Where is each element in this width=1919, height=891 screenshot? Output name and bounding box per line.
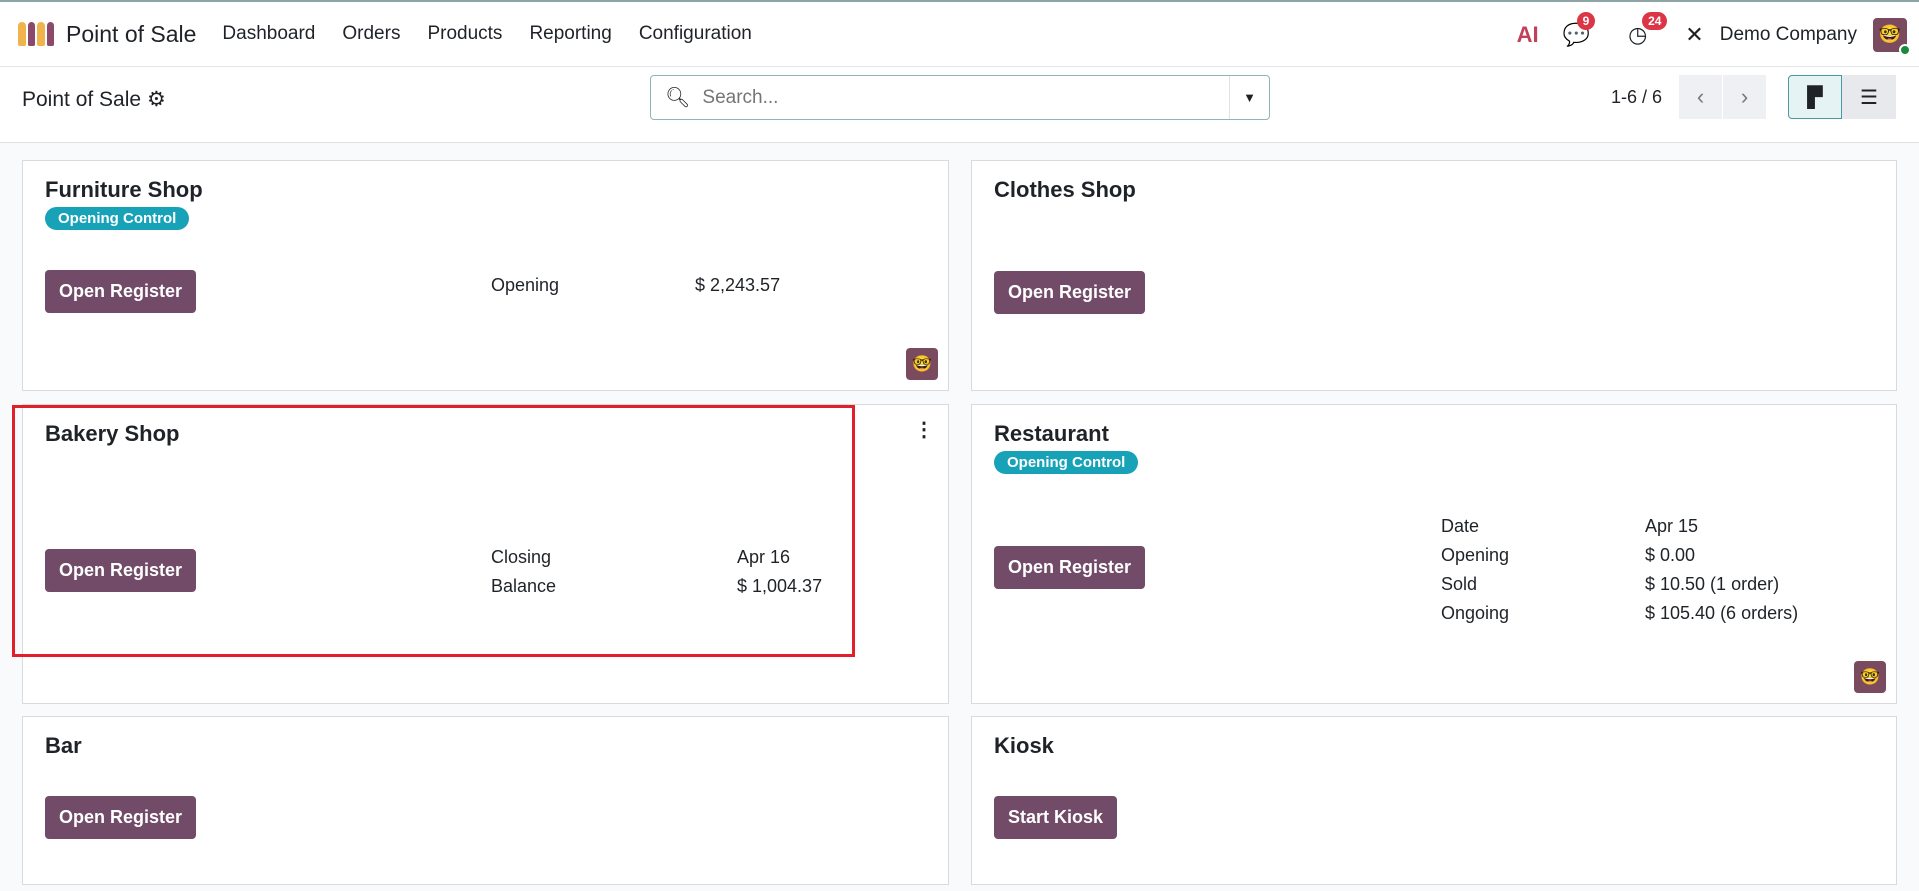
pos-card-bar: Bar Open Register [22,716,949,885]
menu-dashboard[interactable]: Dashboard [222,23,315,45]
card-title: Furniture Shop [45,177,203,202]
control-panel: Point of Sale ⚙ 🔍︎ ▼ 1-6 / 6 ‹› ▛☰ [0,67,1919,143]
activities-icon[interactable]: ◷ 24 [1628,11,1668,48]
user-avatar: 🤓 [906,348,938,380]
pos-card-furniture-shop: Furniture Shop Opening Control Open Regi… [22,160,949,391]
company-switcher[interactable]: Demo Company [1720,24,1857,46]
pos-logo-icon[interactable] [18,22,54,46]
card-title: Kiosk [994,733,1054,758]
card-title: Bar [45,733,82,758]
label-sold: Sold [1441,574,1478,594]
menu-orders[interactable]: Orders [342,23,400,45]
status-badge: Opening Control [994,451,1139,474]
card-title: Clothes Shop [994,177,1136,202]
kebab-menu-icon[interactable]: ⋮ [914,417,934,442]
menu-configuration[interactable]: Configuration [639,23,752,45]
search-input[interactable] [702,86,1229,109]
status-badge: Opening Control [45,207,190,230]
app-title[interactable]: Point of Sale [66,21,196,48]
messages-icon[interactable]: 💬 9 [1563,11,1596,48]
value-ongoing: $ 105.40 (6 orders) [1645,603,1799,623]
list-view-button[interactable]: ☰ [1842,75,1896,119]
search-options-toggle[interactable]: ▼ [1229,76,1269,119]
user-avatar[interactable]: 🤓 [1873,17,1911,56]
highlight-box [12,405,855,657]
search-bar: 🔍︎ ▼ [650,75,1270,120]
pos-card-restaurant: Restaurant Opening Control Open Register… [971,404,1897,704]
open-register-button[interactable]: Open Register [994,546,1146,589]
value-opening: $ 0.00 [1645,545,1696,565]
menu-products[interactable]: Products [427,23,502,45]
messages-badge: 9 [1576,11,1596,30]
value-date: Apr 15 [1645,516,1699,536]
page-title-text: Point of Sale [22,88,142,111]
online-status-icon [1899,43,1911,56]
label-opening: Opening [491,275,560,295]
activities-badge: 24 [1642,11,1668,30]
pager-value[interactable]: 1-6 / 6 [1611,87,1662,108]
open-register-button[interactable]: Open Register [45,796,197,839]
pager-previous-button[interactable]: ‹ [1679,75,1723,119]
open-register-button[interactable]: Open Register [45,270,197,313]
label-ongoing: Ongoing [1441,603,1510,623]
caret-down-icon: ▼ [1243,90,1256,105]
pager-next-button[interactable]: › [1723,75,1767,119]
pos-card-clothes-shop: Clothes Shop Open Register [971,160,1897,391]
menu-reporting[interactable]: Reporting [529,23,611,45]
ai-icon[interactable]: AI [1517,22,1539,48]
value-sold: $ 10.50 (1 order) [1645,574,1780,594]
tools-icon[interactable]: ✕ [1685,22,1703,48]
page-title: Point of Sale ⚙ [22,87,166,112]
label-opening: Opening [1441,545,1510,565]
start-kiosk-button[interactable]: Start Kiosk [994,796,1118,839]
top-navbar: Point of Sale Dashboard Orders Products … [0,0,1919,67]
value-opening: $ 2,243.57 [695,275,781,295]
search-icon: 🔍︎ [665,87,691,109]
pos-card-kiosk: Kiosk Start Kiosk [971,716,1897,885]
label-date: Date [1441,516,1480,536]
open-register-button[interactable]: Open Register [994,271,1146,314]
gear-icon[interactable]: ⚙ [147,88,166,111]
user-avatar: 🤓 [1854,661,1886,693]
card-title: Restaurant [994,421,1109,446]
kanban-view-button[interactable]: ▛ [1788,75,1842,119]
